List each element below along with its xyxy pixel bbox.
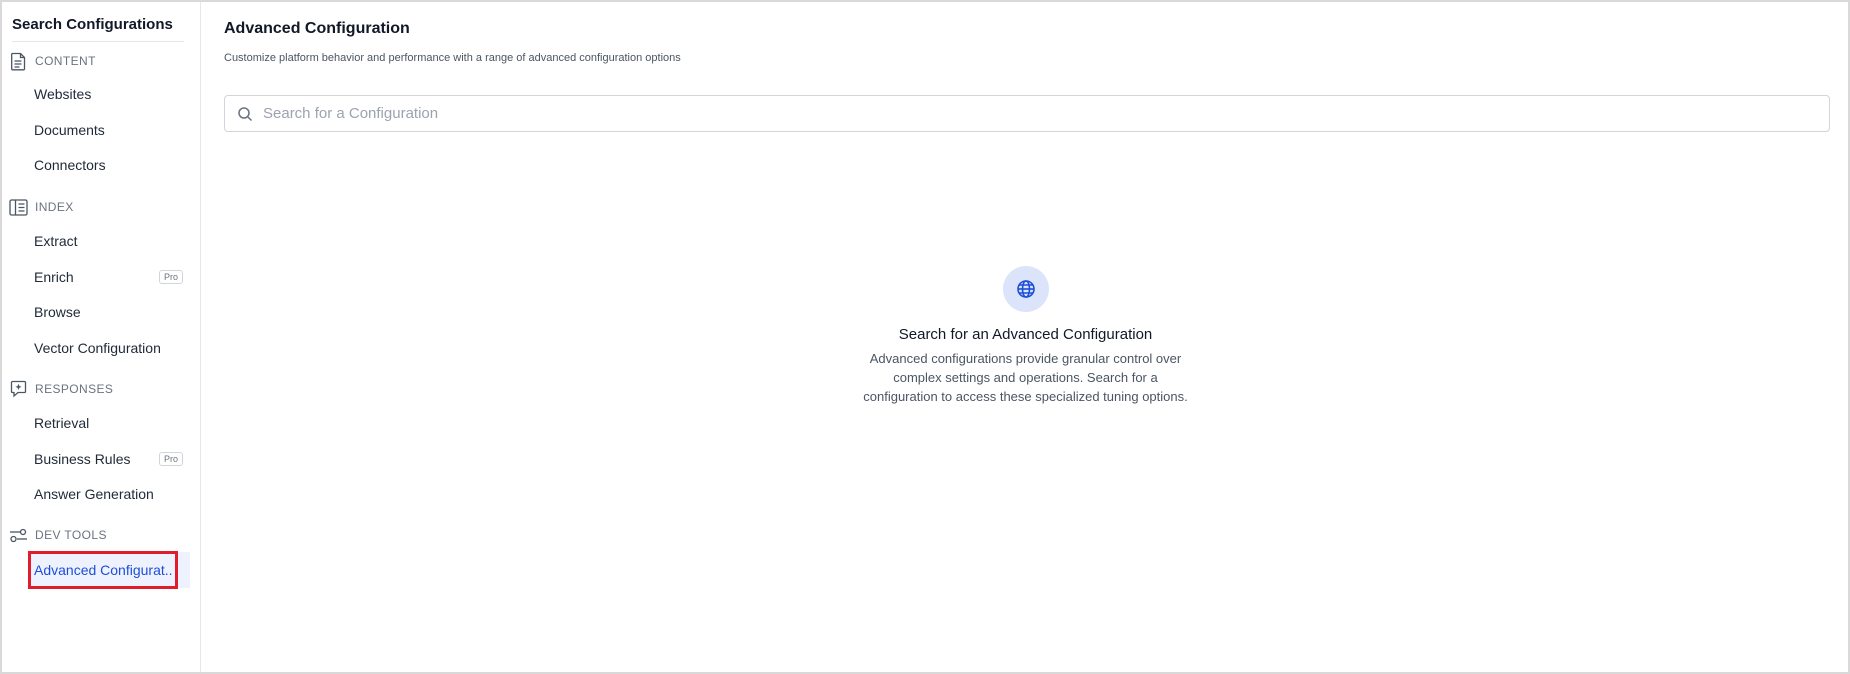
search-box [224,95,1830,132]
sidebar-item-label: Business Rules [34,451,131,467]
globe-icon-container [1002,266,1049,312]
search-icon [237,106,253,122]
sidebar: Search Configurations CONTENT Websites D… [2,2,201,672]
sidebar-divider [12,41,184,42]
sidebar-item-label: Browse [34,304,81,320]
sidebar-item-label: Documents [34,122,105,138]
sidebar-title: Search Configurations [12,16,173,33]
sidebar-item-extract[interactable]: Extract [34,225,189,257]
section-label: CONTENT [35,54,96,68]
pro-badge: Pro [158,452,183,466]
main-content: Advanced Configuration Customize platfor… [203,2,1848,672]
section-content-header: CONTENT [8,49,96,73]
sidebar-item-label: Connectors [34,157,106,173]
page-subtitle: Customize platform behavior and performa… [224,52,681,64]
sidebar-item-label: Websites [34,86,92,102]
page-title: Advanced Configuration [224,20,410,37]
index-icon [8,197,28,217]
search-input[interactable] [263,105,1829,122]
sidebar-item-label: Retrieval [34,415,90,431]
sidebar-item-label: Advanced Configurat.. [34,562,173,578]
sidebar-item-retrieval[interactable]: Retrieval [34,407,189,439]
empty-state-title: Search for an Advanced Configuration [898,326,1153,343]
sidebar-item-vector-configuration[interactable]: Vector Configuration [34,332,189,364]
sidebar-item-browse[interactable]: Browse [34,296,189,328]
sidebar-item-enrich[interactable]: Enrich Pro [34,261,189,293]
section-label: RESPONSES [35,382,114,396]
globe-icon [1016,279,1036,299]
dev-tools-icon [8,525,28,545]
sidebar-item-documents[interactable]: Documents [34,114,189,146]
sidebar-item-advanced-configuration[interactable]: Advanced Configurat.. [30,552,190,588]
sidebar-item-connectors[interactable]: Connectors [34,149,189,181]
sidebar-item-label: Answer Generation [34,486,154,502]
sidebar-item-websites[interactable]: Websites [34,78,189,110]
sidebar-item-label: Vector Configuration [34,340,161,356]
sidebar-item-answer-generation[interactable]: Answer Generation [34,478,189,510]
section-label: DEV TOOLS [35,528,107,542]
empty-state: Search for an Advanced Configuration Adv… [203,266,1848,406]
section-dev-tools-header: DEV TOOLS [8,523,107,547]
response-icon [8,379,28,399]
section-index-header: INDEX [8,195,74,219]
empty-state-description: Advanced configurations provide granular… [863,351,1188,404]
document-icon [8,51,28,71]
pro-badge: Pro [158,270,183,284]
sidebar-item-label: Extract [34,233,78,249]
section-responses-header: RESPONSES [8,377,113,401]
sidebar-item-label: Enrich [34,269,74,285]
section-label: INDEX [35,200,74,214]
sidebar-item-business-rules[interactable]: Business Rules Pro [34,443,189,475]
